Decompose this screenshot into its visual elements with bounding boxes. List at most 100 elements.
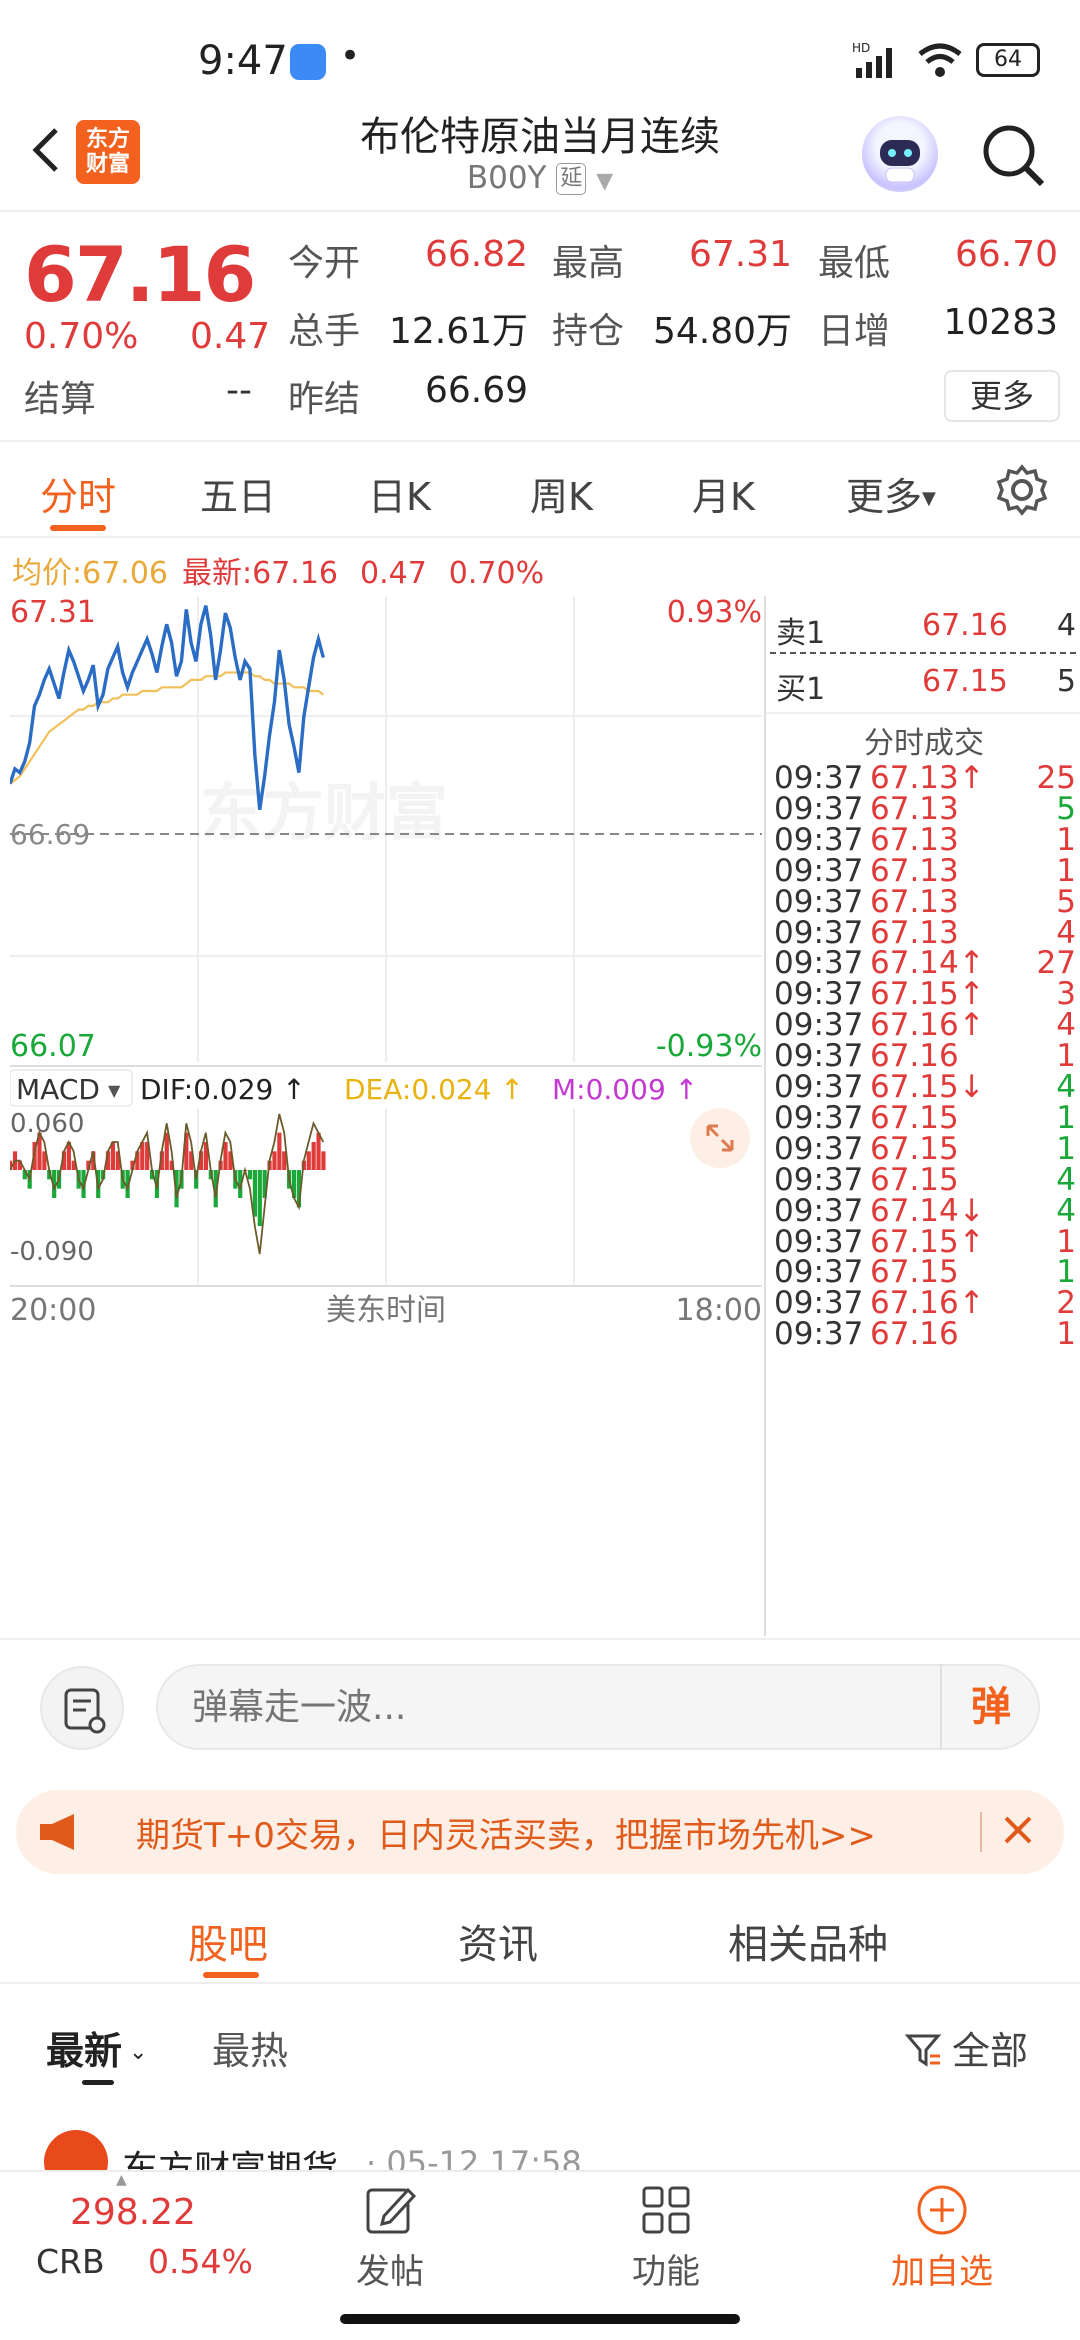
- settle-value: --: [226, 370, 252, 411]
- macd-bar: [164, 1132, 169, 1170]
- bid-price: 67.15: [922, 664, 1008, 699]
- caret-up-icon: ▲: [116, 2172, 127, 2188]
- latest-label: 最新:: [182, 556, 253, 591]
- danmu-button[interactable]: 弹: [940, 1664, 1040, 1750]
- low-label: 最低: [818, 243, 891, 284]
- filter-hot[interactable]: 最热: [212, 2020, 288, 2075]
- expand-icon: [690, 1108, 750, 1168]
- more-button[interactable]: 更多: [944, 370, 1060, 422]
- bid-volume: 5: [1056, 664, 1076, 699]
- gear-icon[interactable]: [996, 464, 1048, 516]
- filter-all[interactable]: 全部: [904, 2020, 1028, 2075]
- crb-name[interactable]: CRB: [36, 2242, 105, 2281]
- status-indicators: HD 64: [852, 40, 1040, 80]
- filter-underline: [82, 2080, 114, 2085]
- wifi-icon: [918, 43, 962, 77]
- m-label: M:: [552, 1073, 586, 1106]
- avg-value: 67.06: [82, 556, 168, 591]
- tab-guba[interactable]: 股吧: [188, 1912, 268, 1970]
- tab-intraday[interactable]: 分时: [40, 466, 116, 521]
- low-value: 66.70: [954, 234, 1058, 275]
- dif-label: DIF:: [140, 1073, 193, 1106]
- m-value: 0.009: [586, 1073, 666, 1106]
- prev-settle-value: 66.69: [424, 370, 528, 411]
- tab-news[interactable]: 资讯: [458, 1912, 538, 1970]
- change-amount: 0.47: [190, 316, 271, 357]
- crb-value[interactable]: 298.22: [70, 2192, 196, 2233]
- order-book-panel: 卖1 67.16 4 买1 67.15 5 分时成交 09:37 67.13↑ 25…: [764, 596, 1080, 1636]
- nav-function-button[interactable]: 功能: [606, 2182, 726, 2293]
- contract-code-text: B00Y: [466, 160, 547, 196]
- battery-icon: 64: [976, 43, 1040, 77]
- latest-change: 0.47: [360, 556, 427, 591]
- macd-bar: [257, 1170, 262, 1226]
- macd-label: MACD: [16, 1073, 100, 1106]
- comment-settings-icon[interactable]: [40, 1666, 124, 1750]
- ask-price: 67.16: [922, 608, 1008, 643]
- intraday-chart[interactable]: 东方财富 67.31 0.93% 66.07 -0.93% 66.69 MACD…: [8, 595, 762, 1636]
- caret-down-icon: ▼: [108, 1081, 121, 1100]
- chevron-down-icon: ⌄: [122, 2040, 148, 2065]
- battery-level: 64: [994, 47, 1022, 72]
- signal-icon: HD: [852, 41, 892, 78]
- network-type: HD: [852, 41, 870, 55]
- open-interest-value: 54.80万: [652, 311, 792, 352]
- tab-more-label: 更多: [846, 475, 923, 519]
- status-dot: •: [340, 36, 361, 76]
- crb-percent[interactable]: 0.54%: [148, 2242, 253, 2281]
- dif-value: 0.029: [193, 1073, 273, 1106]
- tab-daily-k[interactable]: 日K: [368, 466, 431, 521]
- daily-increase-value: 10283: [943, 302, 1058, 343]
- tab-related[interactable]: 相关品种: [728, 1912, 888, 1970]
- high-value: 67.31: [688, 234, 792, 275]
- filter-all-label: 全部: [952, 2029, 1029, 2073]
- tab-more[interactable]: 更多▼: [846, 466, 936, 521]
- status-bar: 9:47 • HD 64: [0, 0, 1080, 110]
- nav-add-watch-button[interactable]: 加自选: [882, 2182, 1002, 2293]
- macd-bar: [277, 1132, 282, 1170]
- avg-price-line: 均价:67.06 最新:67.16 0.47 0.70%: [12, 548, 544, 592]
- tab-five-day[interactable]: 五日: [200, 466, 276, 521]
- macd-bar: [321, 1151, 326, 1170]
- tick-row: 09:37 67.16 1: [774, 1316, 1076, 1362]
- promo-banner[interactable]: 期货T+0交易，日内灵活买卖，把握市场先机>>: [16, 1790, 1064, 1874]
- close-icon[interactable]: [992, 1804, 1044, 1856]
- last-price: 67.16: [24, 230, 256, 319]
- y-max-label: 67.31: [10, 596, 96, 630]
- danmu-input[interactable]: [156, 1664, 1040, 1750]
- promo-text: 期货T+0交易，日内灵活买卖，把握市场先机>>: [136, 1816, 876, 1856]
- open-interest-label: 持仓: [552, 311, 625, 352]
- pct-min-label: -0.93%: [656, 1029, 762, 1064]
- home-indicator: [340, 2314, 740, 2324]
- assistant-robot-icon[interactable]: [862, 116, 938, 192]
- macd-bar: [272, 1151, 277, 1170]
- bid-level-1: 买1 67.15 5: [776, 660, 1076, 707]
- app-notification-icon: [290, 44, 326, 80]
- bid-label: 买1: [776, 672, 826, 707]
- latest-value: 67.16: [252, 556, 338, 591]
- quote-panel: 67.16 0.70% 0.47 结算 -- 今开 66.82 最高 67.31…: [0, 212, 1080, 442]
- tab-weekly-k[interactable]: 周K: [530, 466, 593, 521]
- tab-monthly-k[interactable]: 月K: [692, 466, 755, 521]
- latest-percent: 0.70%: [448, 556, 545, 591]
- macd-bar: [247, 1170, 253, 1180]
- volume-label: 总手: [288, 311, 361, 352]
- macd-bar: [316, 1132, 321, 1170]
- tick-time: 09:37: [774, 1316, 864, 1353]
- chart-svg: 东方财富 67.31 0.93% 66.07 -0.93% 66.69 MACD…: [8, 595, 762, 1636]
- caret-down-icon: ▼: [596, 169, 614, 194]
- period-tabs: 分时 五日 日K 周K 月K 更多▼: [0, 442, 1080, 538]
- search-icon[interactable]: [978, 120, 1048, 190]
- grid-icon: [642, 2186, 690, 2234]
- macd-bar: [311, 1142, 316, 1170]
- ask-label: 卖1: [776, 616, 826, 651]
- ask-level-1: 卖1 67.16 4: [776, 604, 1076, 651]
- daily-increase-label: 日增: [818, 311, 891, 352]
- tab-underline: [203, 1972, 259, 1978]
- caret-down-icon: ▼: [922, 488, 936, 509]
- tab-underline: [50, 525, 106, 531]
- nav-post-button[interactable]: 发帖: [330, 2182, 450, 2293]
- volume-value: 12.61万: [388, 311, 528, 352]
- filter-latest[interactable]: 最新 ⌄: [46, 2020, 147, 2075]
- status-time: 9:47: [198, 38, 288, 84]
